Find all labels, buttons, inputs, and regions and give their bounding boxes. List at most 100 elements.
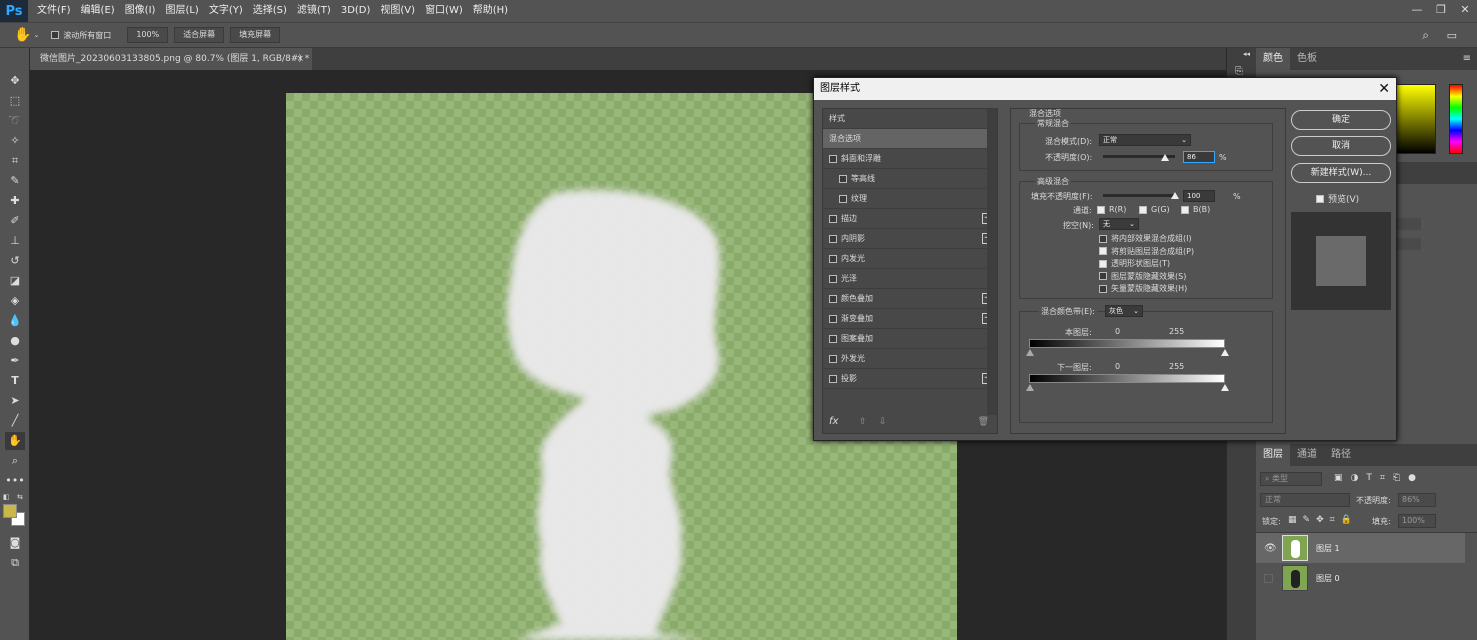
eyedropper-tool-icon[interactable]: ✎ — [5, 172, 25, 190]
menu-item-9[interactable]: 窗口(W) — [420, 0, 468, 22]
style-checkbox[interactable] — [829, 314, 837, 323]
scroll-all-checkbox[interactable] — [51, 31, 60, 39]
layer-row-1[interactable]: 👁 图层 1 — [1256, 533, 1465, 563]
zoom-100-button[interactable]: 100% — [127, 27, 169, 43]
move-down-icon[interactable]: ⇩ — [879, 417, 887, 427]
layer-blend-mode-select[interactable]: 正常 — [1260, 493, 1350, 507]
quick-mask-icon[interactable]: ◙ — [5, 534, 25, 552]
styles-scrollbar[interactable] — [987, 109, 997, 415]
close-window-button[interactable]: ✕ — [1453, 0, 1477, 22]
style-checkbox[interactable] — [829, 274, 837, 283]
move-tool-icon[interactable]: ✥ — [5, 72, 25, 90]
style-row-3[interactable]: 纹理 — [823, 189, 997, 209]
healing-brush-tool-icon[interactable]: ✚ — [5, 192, 25, 210]
menu-item-3[interactable]: 图层(L) — [160, 0, 203, 22]
line-tool-icon[interactable]: ╱ — [5, 412, 25, 430]
layer-row-0[interactable]: 图层 0 — [1256, 563, 1465, 593]
screen-mode-icon[interactable]: ⧉ — [5, 554, 25, 572]
visibility-toggle-box[interactable] — [1264, 573, 1273, 583]
clone-stamp-tool-icon[interactable]: ⊥ — [5, 232, 25, 250]
opacity-input[interactable]: 86 — [1183, 151, 1215, 163]
hand-tool-active-icon[interactable]: ✋ — [5, 432, 25, 450]
style-checkbox[interactable] — [829, 294, 837, 303]
this-layer-white-slider[interactable] — [1221, 349, 1229, 356]
style-checkbox[interactable] — [829, 254, 837, 263]
fill-opacity-slider-track[interactable] — [1103, 194, 1175, 197]
channel-r-checkbox[interactable] — [1097, 205, 1105, 214]
cancel-button[interactable]: 取消 — [1291, 136, 1391, 156]
tab-paths[interactable]: 路径 — [1324, 444, 1358, 466]
style-checkbox[interactable] — [839, 194, 847, 203]
search-icon[interactable]: ⌕ — [1422, 28, 1429, 43]
layer-kind-filter[interactable]: ⌕ 类型 — [1260, 472, 1322, 486]
color-picker-field[interactable] — [1396, 84, 1436, 154]
style-checkbox[interactable] — [829, 334, 837, 343]
type-filter-icon[interactable]: T — [1366, 473, 1372, 483]
menu-item-2[interactable]: 图像(I) — [120, 0, 161, 22]
lock-transparent-icon[interactable]: ▦ — [1288, 515, 1297, 525]
paint-bucket-tool-icon[interactable]: ◈ — [5, 292, 25, 310]
preview-checkbox[interactable] — [1316, 194, 1324, 203]
tab-swatches[interactable]: 色板 — [1290, 48, 1324, 70]
pen-tool-icon[interactable]: ✒ — [5, 352, 25, 370]
this-layer-gradient[interactable] — [1029, 339, 1225, 348]
restore-button[interactable]: ❐ — [1429, 0, 1453, 22]
style-checkbox[interactable] — [839, 174, 847, 183]
ok-button[interactable]: 确定 — [1291, 110, 1391, 130]
layer-opacity-field[interactable]: 86% — [1398, 493, 1436, 507]
menu-item-4[interactable]: 文字(Y) — [204, 0, 248, 22]
menu-item-10[interactable]: 帮助(H) — [468, 0, 513, 22]
layer-fill-field[interactable]: 100% — [1398, 514, 1436, 528]
style-row-4[interactable]: 描边+ — [823, 209, 997, 229]
underlying-black-slider[interactable] — [1026, 384, 1034, 391]
adjustment-filter-icon[interactable]: ◑ — [1351, 473, 1359, 483]
underlying-gradient[interactable] — [1029, 374, 1225, 383]
blend-mode-select[interactable]: 正常 ⌄ — [1099, 134, 1191, 146]
style-checkbox[interactable] — [829, 234, 837, 243]
dialog-close-icon[interactable]: ✕ — [1378, 78, 1390, 100]
style-row-5[interactable]: 内阴影+ — [823, 229, 997, 249]
underlying-white-slider[interactable] — [1221, 384, 1229, 391]
advanced-option-checkbox[interactable] — [1099, 284, 1107, 293]
fit-screen-button[interactable]: 适合屏幕 — [174, 27, 225, 43]
document-tab-close-icon[interactable]: × — [296, 48, 304, 70]
filter-toggle-icon[interactable]: ● — [1408, 473, 1416, 483]
style-row-2[interactable]: 等高线 — [823, 169, 997, 189]
style-row-0[interactable]: 混合选项 — [823, 129, 997, 149]
style-checkbox[interactable] — [829, 374, 837, 383]
style-checkbox[interactable] — [829, 354, 837, 363]
lasso-tool-icon[interactable]: ➰ — [5, 112, 25, 130]
style-row-11[interactable]: 外发光 — [823, 349, 997, 369]
tool-preset-chevron-icon[interactable]: ⌄ — [33, 31, 39, 39]
fill-opacity-input[interactable]: 100 — [1183, 190, 1215, 202]
lock-image-icon[interactable]: ✎ — [1303, 515, 1311, 525]
style-row-8[interactable]: 颜色叠加+ — [823, 289, 997, 309]
blend-if-select[interactable]: 灰色 ⌄ — [1105, 305, 1143, 317]
fill-opacity-slider-thumb[interactable] — [1171, 192, 1179, 199]
style-row-12[interactable]: 投影+ — [823, 369, 997, 389]
type-tool-icon[interactable]: T — [5, 372, 25, 390]
history-panel-icon[interactable]: ⎘ — [1235, 66, 1243, 77]
hand-tool-icon[interactable]: ✋ — [14, 27, 31, 43]
pixel-filter-icon[interactable]: ▣ — [1334, 473, 1343, 483]
path-selection-tool-icon[interactable]: ➤ — [5, 392, 25, 410]
this-layer-black-slider[interactable] — [1026, 349, 1034, 356]
menu-item-7[interactable]: 3D(D) — [336, 0, 376, 22]
eraser-tool-icon[interactable]: ◪ — [5, 272, 25, 290]
marquee-tool-icon[interactable]: ⬚ — [5, 92, 25, 110]
lock-position-icon[interactable]: ✥ — [1316, 515, 1324, 525]
advanced-option-checkbox[interactable] — [1099, 259, 1107, 268]
tab-layers[interactable]: 图层 — [1256, 444, 1290, 466]
panel-menu-icon[interactable]: ≡ — [1463, 48, 1471, 70]
minimize-button[interactable]: — — [1405, 0, 1429, 22]
foreground-color-swatch[interactable] — [3, 504, 17, 518]
menu-item-5[interactable]: 选择(S) — [248, 0, 292, 22]
collapse-panels-icon[interactable]: ◂◂ — [1243, 50, 1250, 58]
zoom-tool-icon[interactable]: ⌕ — [5, 452, 25, 470]
default-colors-icon[interactable]: ◧ — [3, 493, 10, 501]
menu-item-0[interactable]: 文件(F) — [32, 0, 76, 22]
dodge-tool-icon[interactable]: ● — [5, 332, 25, 350]
smart-object-filter-icon[interactable]: ⎗ — [1393, 473, 1400, 483]
style-row-7[interactable]: 光泽 — [823, 269, 997, 289]
style-checkbox[interactable] — [829, 154, 837, 163]
